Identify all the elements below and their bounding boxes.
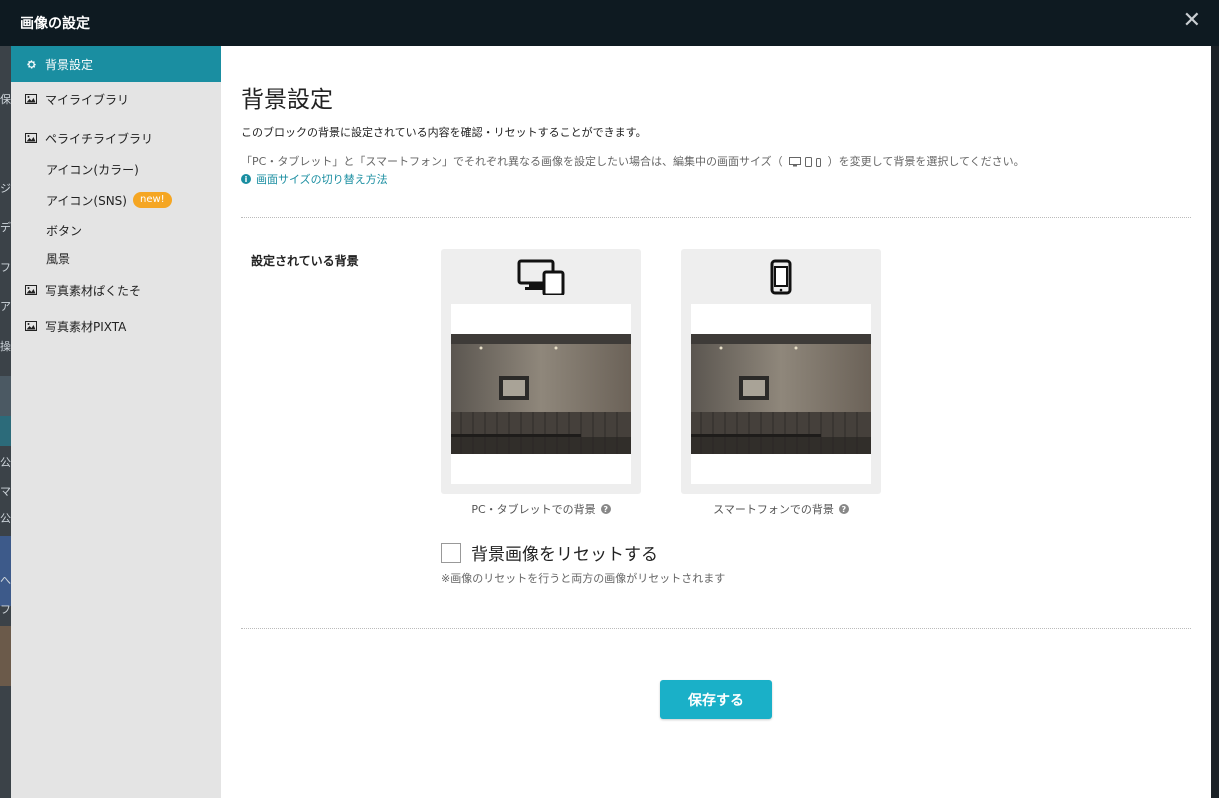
smartphone-background-caption: スマートフォンでの背景 ? xyxy=(681,501,881,517)
gear-icon xyxy=(23,59,39,70)
modal-title: 画像の設定 xyxy=(20,16,90,32)
bg-fragment: 公 xyxy=(0,456,11,469)
sidebar-item-label: 背景設定 xyxy=(45,57,94,72)
caption-label: PC・タブレットでの背景 xyxy=(471,503,596,516)
sidebar-subitem-label: アイコン(SNS) xyxy=(46,193,127,208)
pc-background-card[interactable] xyxy=(441,249,641,494)
desktop-tablet-icon xyxy=(441,259,641,297)
sidebar-subitem-label: 風景 xyxy=(46,251,71,266)
background-photo xyxy=(691,334,871,454)
save-button[interactable]: 保存する xyxy=(660,680,772,719)
new-badge: new! xyxy=(132,192,172,208)
bg-fragment: ア xyxy=(0,300,11,313)
bg-fragment: 保 xyxy=(0,93,11,106)
sidebar-subitem-icon-sns[interactable]: アイコン(SNS) new! xyxy=(46,189,172,211)
phone-icon xyxy=(816,157,822,167)
reset-checkbox[interactable] xyxy=(441,542,461,563)
image-icon xyxy=(23,94,39,104)
note-text-before: 「PC・タブレット」と「スマートフォン」でそれぞれ異なる画像を設定したい場合は、… xyxy=(241,155,783,168)
screen-size-note: 「PC・タブレット」と「スマートフォン」でそれぞれ異なる画像を設定したい場合は、… xyxy=(241,153,1025,169)
screen-size-icons xyxy=(789,157,822,167)
bg-fragment: ジ xyxy=(0,182,11,195)
sidebar-item-label: ペライチライブラリ xyxy=(45,131,154,146)
reset-label: 背景画像をリセットする xyxy=(471,545,658,565)
background-photo xyxy=(451,334,631,454)
reset-background-checkbox-row[interactable]: 背景画像をリセットする xyxy=(441,540,658,565)
bg-fragment: フ xyxy=(0,603,11,616)
sidebar-item-label: 写真素材ぱくたそ xyxy=(45,283,142,298)
divider xyxy=(241,628,1191,629)
desktop-icon xyxy=(789,157,802,167)
background-page-strip: 保 ジ デ フ ア 操 公 マ 公 へ フ xyxy=(0,46,11,798)
divider xyxy=(241,217,1191,218)
bg-fragment: 操 xyxy=(0,340,11,353)
bg-fragment: デ xyxy=(0,221,11,234)
help-link-label: 画面サイズの切り替え方法 xyxy=(256,173,388,186)
sidebar-item-background-settings[interactable]: 背景設定 xyxy=(11,46,221,82)
bg-fragment: へ xyxy=(0,574,11,587)
background-page-right-edge xyxy=(1211,46,1219,798)
modal-titlebar: 画像の設定 ✕ xyxy=(0,0,1219,46)
page-description: このブロックの背景に設定されている内容を確認・リセットすることができます。 xyxy=(241,126,647,139)
sidebar-subitem-label: アイコン(カラー) xyxy=(46,162,139,177)
smartphone-background-card[interactable] xyxy=(681,249,881,494)
sidebar: 背景設定 マイライブラリ ペライチライブラリ アイコン(カラー) アイコン(SN… xyxy=(11,46,221,798)
pc-background-caption: PC・タブレットでの背景 ? xyxy=(441,501,641,517)
note-text-after: ）を変更して背景を選択してください。 xyxy=(827,155,1025,168)
sidebar-item-my-library[interactable]: マイライブラリ xyxy=(11,81,221,117)
caption-label: スマートフォンでの背景 xyxy=(713,503,834,516)
tablet-icon xyxy=(805,157,813,167)
sidebar-subitem-landscape[interactable]: 風景 xyxy=(46,247,70,269)
sidebar-subitem-button[interactable]: ボタン xyxy=(46,219,82,241)
bg-fragment: 公 xyxy=(0,512,11,525)
sidebar-item-pixta[interactable]: 写真素材PIXTA xyxy=(11,308,221,344)
pc-background-preview xyxy=(451,304,631,484)
image-icon xyxy=(23,321,39,331)
help-icon[interactable]: ? xyxy=(600,504,611,514)
sidebar-item-label: マイライブラリ xyxy=(45,92,130,107)
close-icon[interactable]: ✕ xyxy=(1183,8,1201,34)
sidebar-subitem-label: ボタン xyxy=(46,223,83,238)
sidebar-item-label: 写真素材PIXTA xyxy=(45,319,127,334)
main-panel: 背景設定 このブロックの背景に設定されている内容を確認・リセットすることができま… xyxy=(221,46,1211,798)
reset-note: ※画像のリセットを行うと両方の画像がリセットされます xyxy=(441,572,726,585)
page-title: 背景設定 xyxy=(241,87,333,113)
bg-fragment: フ xyxy=(0,261,11,274)
bg-fragment: マ xyxy=(0,485,11,498)
info-icon: i xyxy=(241,174,251,184)
image-icon xyxy=(23,285,39,295)
screen-size-help-link[interactable]: i 画面サイズの切り替え方法 xyxy=(241,171,388,187)
smartphone-background-preview xyxy=(691,304,871,484)
sidebar-item-peraichi-library[interactable]: ペライチライブラリ xyxy=(11,120,221,156)
sidebar-subitem-icon-color[interactable]: アイコン(カラー) xyxy=(46,158,139,180)
section-label: 設定されている背景 xyxy=(251,254,359,268)
help-icon[interactable]: ? xyxy=(838,504,849,514)
smartphone-icon xyxy=(681,259,881,297)
sidebar-item-pakutaso[interactable]: 写真素材ぱくたそ xyxy=(11,272,221,308)
image-icon xyxy=(23,133,39,143)
